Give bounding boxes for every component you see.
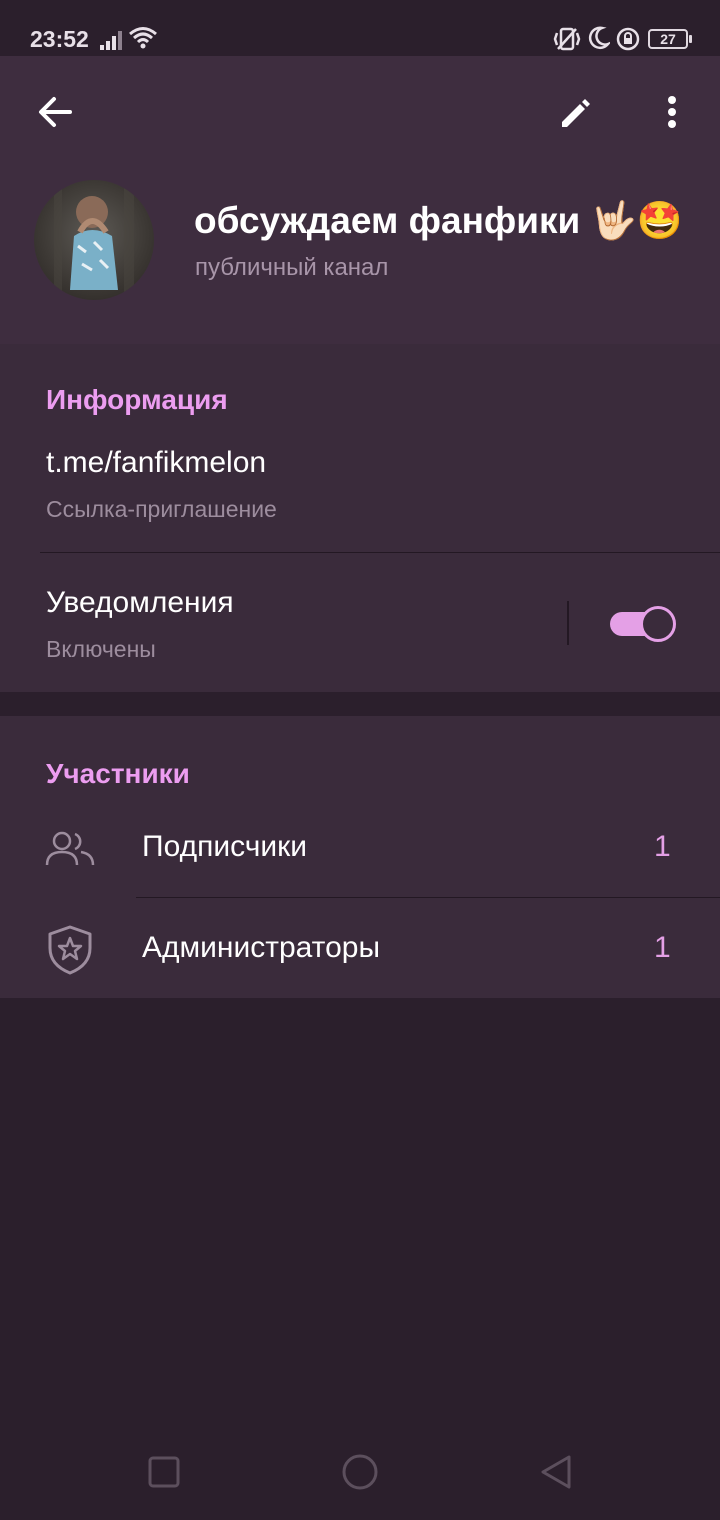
subscribers-label[interactable]: Подписчики <box>142 830 307 864</box>
status-time: 23:52 <box>30 26 89 52</box>
vertical-separator <box>567 601 569 645</box>
divider <box>136 897 720 898</box>
notifications-toggle[interactable] <box>610 606 678 642</box>
back-triangle-icon[interactable] <box>538 1454 574 1490</box>
home-circle-icon[interactable] <box>341 1453 379 1491</box>
channel-avatar[interactable] <box>34 180 154 300</box>
recent-apps-square-icon[interactable] <box>148 1456 180 1488</box>
notifications-state: Включены <box>46 636 156 662</box>
info-section-title: Информация <box>46 384 228 415</box>
invite-link[interactable]: t.me/fanfikmelon <box>46 446 266 480</box>
wifi-icon <box>129 27 157 49</box>
channel-title: обсуждаем фанфики 🤟🏻🤩 <box>194 200 683 241</box>
battery-tip <box>689 35 692 43</box>
members-section-title: Участники <box>46 758 190 789</box>
users-icon <box>45 831 95 866</box>
edit-pencil-icon[interactable] <box>556 94 594 132</box>
battery-icon: 27 <box>648 29 688 49</box>
back-arrow-icon[interactable] <box>36 94 74 130</box>
administrators-label[interactable]: Администраторы <box>142 931 380 965</box>
channel-type: публичный канал <box>195 254 389 281</box>
rotation-lock-icon <box>616 27 640 51</box>
notifications-label[interactable]: Уведомления <box>46 586 234 620</box>
status-bar: 23:52 27 <box>0 0 720 56</box>
vibrate-icon <box>553 27 581 51</box>
invite-link-caption: Ссылка-приглашение <box>46 496 277 522</box>
divider <box>40 552 720 553</box>
system-navigation-bar <box>0 1430 720 1520</box>
moon-icon <box>588 26 610 50</box>
administrators-count: 1 <box>654 931 671 964</box>
more-menu-icon[interactable] <box>660 94 684 132</box>
toggle-knob <box>640 606 676 642</box>
shield-star-icon <box>48 925 92 975</box>
signal-icon <box>100 31 122 50</box>
subscribers-count: 1 <box>654 830 671 863</box>
avatar-image <box>54 180 134 300</box>
